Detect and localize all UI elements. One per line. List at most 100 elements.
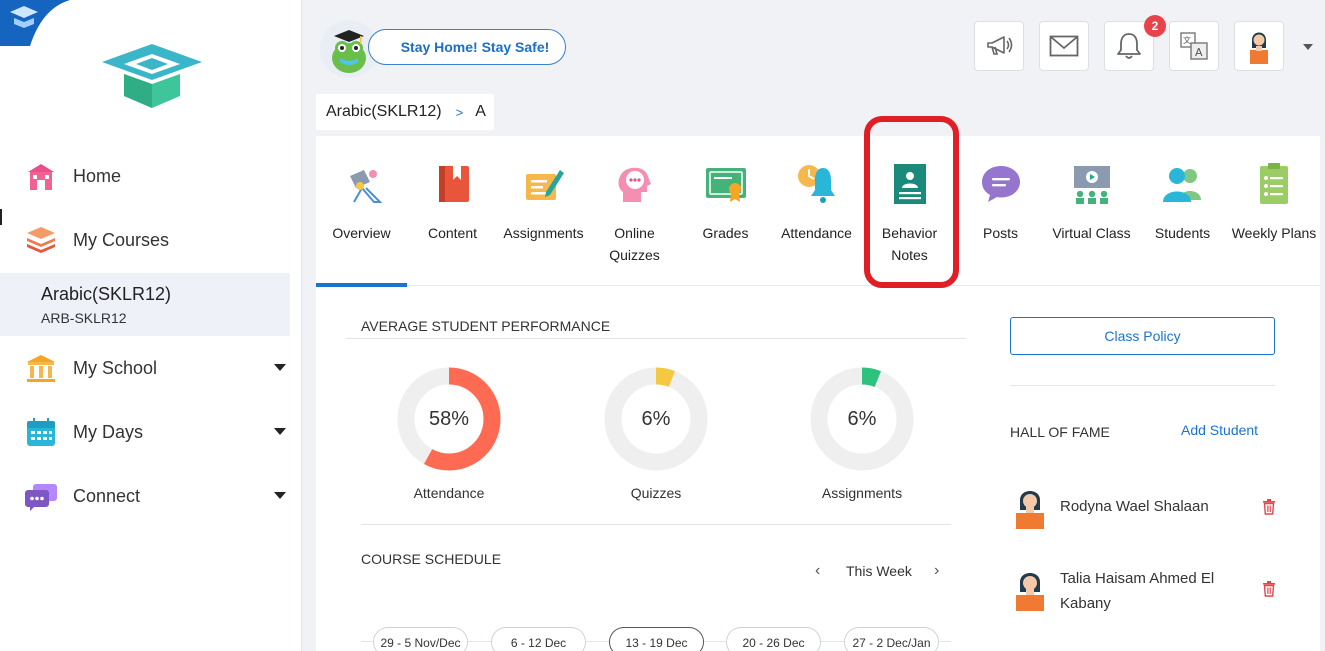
active-course-card[interactable]: Arabic(SKLR12) ARB-SKLR12	[0, 273, 290, 336]
tab-online-quizzes-label: Online Quizzes	[609, 225, 660, 263]
add-student-link[interactable]: Add Student	[1181, 422, 1258, 438]
tab-attendance-label: Attendance	[781, 225, 852, 241]
tab-online-quizzes[interactable]: Online Quizzes	[589, 136, 680, 286]
school-logo-icon	[102, 44, 202, 108]
profile-button[interactable]	[1234, 21, 1284, 71]
student-avatar	[1016, 573, 1044, 611]
books-stack-icon	[27, 227, 55, 253]
breadcrumb: Arabic(SKLR12) > A	[316, 94, 494, 130]
megaphone-icon	[987, 36, 1013, 55]
tab-behavior-notes-label: Behavior Notes	[881, 225, 938, 263]
nav-connect-label: Connect	[73, 485, 141, 506]
profile-chevron-down-icon[interactable]	[1303, 44, 1313, 50]
week-pill[interactable]: 27 - 2 Dec/Jan	[844, 627, 939, 651]
bell-icon	[1117, 33, 1141, 59]
tab-virtual-class-label: Virtual Class	[1052, 225, 1131, 241]
current-week-label: This Week	[846, 563, 912, 579]
sidebar: Home My Courses Arabic(SKLR12) ARB-SKLR1…	[0, 0, 302, 651]
schedule-title: COURSE SCHEDULE	[361, 551, 502, 567]
svg-text:A: A	[1195, 46, 1203, 59]
tab-assignments[interactable]: Assignments	[498, 136, 589, 286]
chat-icon	[981, 166, 1020, 202]
profile-avatar-icon	[1250, 32, 1268, 64]
course-tabs: Overview Content Assignments Online Quiz…	[316, 136, 1320, 287]
week-pill[interactable]: 6 - 12 Dec	[491, 627, 586, 651]
chevron-down-icon[interactable]	[274, 364, 286, 371]
nav-home-label: Home	[73, 165, 122, 186]
assignment-icon	[525, 170, 564, 200]
student-name-line2: Kabany	[1060, 595, 1111, 612]
nav-my-courses-label: My Courses	[73, 229, 170, 250]
students-icon	[1162, 168, 1201, 202]
app-logo-corner-icon[interactable]	[0, 0, 70, 46]
tab-content[interactable]: Content	[407, 136, 498, 286]
tab-behavior-notes[interactable]: Behavior Notes	[864, 136, 955, 286]
tab-grades-label: Grades	[702, 225, 749, 241]
notification-count-badge: 2	[1144, 15, 1166, 37]
attendance-value: 58%	[428, 408, 470, 430]
breadcrumb-course[interactable]: Arabic(SKLR12)	[326, 103, 442, 121]
week-pill-selected[interactable]: 13 - 19 Dec	[609, 627, 704, 651]
trash-icon[interactable]	[1262, 499, 1276, 515]
attendance-label: Attendance	[413, 485, 485, 501]
language-button[interactable]: A 文	[1169, 21, 1219, 71]
nav-connect[interactable]: Connect	[0, 470, 302, 522]
chat-bubbles-icon	[25, 484, 57, 511]
text-cursor	[0, 209, 2, 225]
chevron-down-icon[interactable]	[274, 428, 286, 435]
nav-my-courses[interactable]: My Courses	[0, 214, 302, 266]
week-pill[interactable]: 20 - 26 Dec	[726, 627, 821, 651]
announcements-button[interactable]	[974, 21, 1024, 71]
trash-icon[interactable]	[1262, 581, 1276, 597]
next-week-chevron-icon[interactable]: ›	[934, 562, 939, 580]
week-pill[interactable]: 29 - 5 Nov/Dec	[373, 627, 468, 651]
nav-my-school[interactable]: My School	[0, 342, 302, 394]
tab-overview[interactable]: Overview	[316, 136, 407, 287]
chevron-down-icon[interactable]	[274, 492, 286, 499]
certificate-icon	[705, 168, 746, 202]
svg-text:文: 文	[1183, 35, 1191, 45]
tab-assignments-label: Assignments	[503, 225, 584, 241]
quiz-icon	[618, 167, 651, 202]
attendance-bell-icon	[797, 165, 835, 203]
tab-virtual-class[interactable]: Virtual Class	[1046, 136, 1137, 286]
breadcrumb-section[interactable]: A	[475, 103, 486, 121]
tab-overview-label: Overview	[332, 225, 391, 241]
overview-icon	[349, 170, 382, 203]
tab-students-label: Students	[1154, 225, 1211, 241]
tab-students[interactable]: Students	[1137, 136, 1228, 286]
assignments-label: Assignments	[821, 485, 903, 501]
tab-posts[interactable]: Posts	[955, 136, 1046, 286]
student-avatar	[1016, 491, 1044, 529]
tab-attendance[interactable]: Attendance	[771, 136, 862, 286]
quizzes-value: 6%	[641, 408, 671, 430]
messages-button[interactable]	[1039, 21, 1089, 71]
quizzes-label: Quizzes	[630, 485, 682, 501]
course-name: Arabic(SKLR12)	[41, 284, 172, 304]
tab-grades[interactable]: Grades	[680, 136, 771, 286]
performance-title: AVERAGE STUDENT PERFORMANCE	[361, 318, 611, 334]
nav-home[interactable]: Home	[0, 150, 302, 202]
nav-my-days[interactable]: My Days	[0, 406, 302, 458]
tab-weekly-plans[interactable]: Weekly Plans	[1228, 136, 1320, 286]
assignments-value: 6%	[847, 408, 877, 430]
nav-my-days-label: My Days	[73, 421, 144, 442]
book-icon	[438, 166, 469, 202]
divider	[346, 338, 966, 339]
course-code: ARB-SKLR12	[41, 310, 127, 326]
mail-icon	[1049, 35, 1079, 57]
behavior-notes-icon	[893, 164, 926, 204]
tab-content-label: Content	[427, 225, 478, 241]
hall-of-fame-title: HALL OF FAME	[1010, 424, 1110, 440]
divider	[1010, 385, 1275, 386]
institution-icon	[27, 355, 55, 382]
class-policy-button[interactable]: Class Policy	[1010, 317, 1275, 355]
calendar-icon	[27, 418, 55, 446]
student-name: Rodyna Wael Shalaan	[1060, 498, 1209, 515]
divider	[361, 524, 951, 525]
tab-posts-label: Posts	[982, 225, 1018, 241]
prev-week-chevron-icon[interactable]: ‹	[815, 562, 820, 580]
tab-weekly-plans-label: Weekly Plans	[1231, 225, 1317, 241]
school-building-icon	[28, 164, 54, 190]
stay-safe-banner: Stay Home! Stay Safe!	[368, 29, 566, 65]
